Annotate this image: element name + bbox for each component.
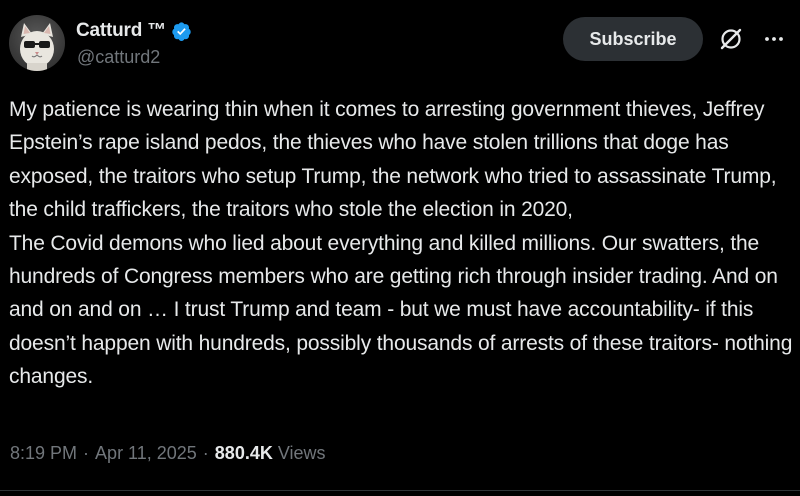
tweet-card: Catturd ™ @catturd2 Subscribe My patienc… xyxy=(0,0,800,496)
tweet-date[interactable]: Apr 11, 2025 xyxy=(95,443,197,464)
tweet-text: My patience is wearing thin when it come… xyxy=(9,98,793,389)
divider xyxy=(0,490,800,491)
views-label[interactable]: Views xyxy=(278,443,326,464)
avatar[interactable] xyxy=(9,15,65,71)
author-name-row[interactable]: Catturd ™ xyxy=(76,18,192,44)
cat-avatar-icon xyxy=(20,23,54,71)
views-count[interactable]: 880.4K xyxy=(215,443,273,464)
user-handle[interactable]: @catturd2 xyxy=(77,47,160,68)
subscribe-button[interactable]: Subscribe xyxy=(563,17,703,61)
more-horizontal-icon[interactable] xyxy=(759,24,789,54)
display-name[interactable]: Catturd ™ xyxy=(76,20,166,42)
meta-separator: · xyxy=(202,443,209,463)
meta-separator: · xyxy=(83,443,90,463)
verified-badge-icon[interactable] xyxy=(171,21,192,42)
tweet-time[interactable]: 8:19 PM xyxy=(10,443,77,464)
tweet-meta: 8:19 PM · Apr 11, 2025 · 880.4K Views xyxy=(10,443,326,464)
grok-icon[interactable] xyxy=(716,24,746,54)
